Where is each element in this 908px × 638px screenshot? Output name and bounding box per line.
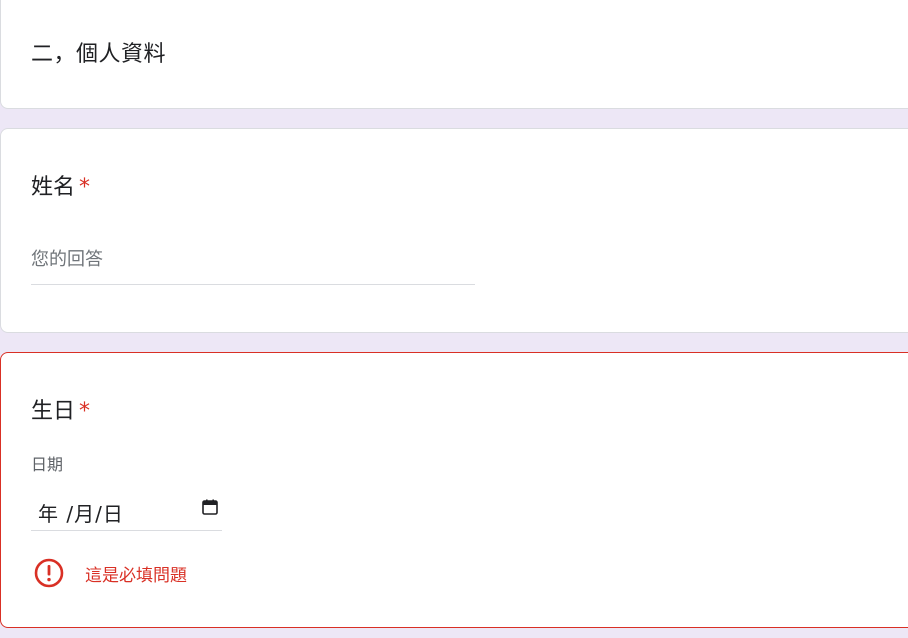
question-title: 姓名 *: [31, 169, 90, 201]
section-header-card: 二，個人資料: [0, 0, 908, 109]
question-title-text: 生日: [31, 399, 76, 424]
birthday-date-input[interactable]: 年 /月/日: [31, 489, 222, 531]
date-label: 日期: [31, 455, 64, 474]
error-message: 這是必填問題: [33, 557, 187, 589]
error-text: 這是必填問題: [85, 565, 187, 586]
required-asterisk: *: [79, 399, 91, 424]
name-answer-field[interactable]: [31, 239, 475, 285]
question-card-name: 姓名 *: [0, 128, 908, 333]
required-asterisk: *: [79, 175, 91, 200]
date-placeholder-text: 年 /月/日: [38, 502, 124, 526]
name-input[interactable]: [31, 239, 475, 279]
error-icon: [34, 558, 64, 588]
section-title: 二，個人資料: [31, 42, 167, 67]
question-card-birthday: 生日 * 日期 年 /月/日 這是必填問題: [0, 352, 908, 628]
calendar-icon[interactable]: [202, 499, 218, 515]
question-title: 生日 *: [31, 393, 90, 425]
question-title-text: 姓名: [31, 175, 76, 200]
